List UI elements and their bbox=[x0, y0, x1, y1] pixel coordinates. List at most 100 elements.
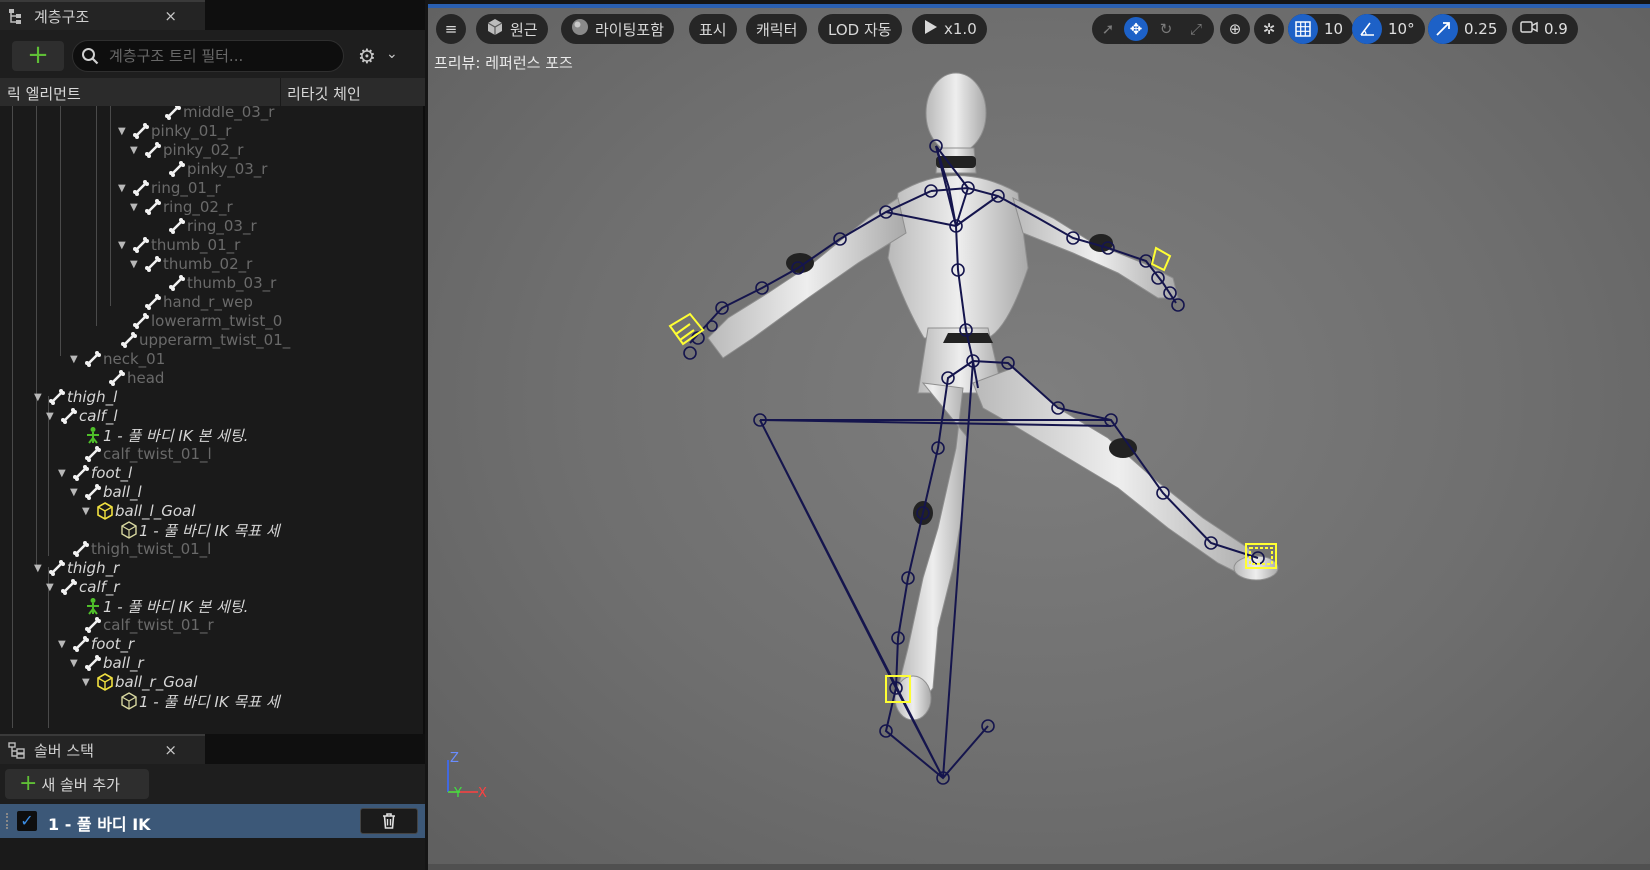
tree-item[interactable]: upperarm_twist_01_ bbox=[106, 330, 290, 350]
tree-item-label: ring_03_r bbox=[187, 217, 257, 235]
expand-caret-icon[interactable]: ▼ bbox=[46, 411, 58, 422]
tree-item-label: upperarm_twist_01_ bbox=[139, 331, 291, 349]
drag-handle-icon[interactable] bbox=[6, 813, 10, 829]
hierarchy-icon bbox=[8, 7, 26, 25]
tab-solver-stack[interactable]: 솔버 스택 × bbox=[0, 734, 205, 764]
hierarchy-tab-bar: 계층구조 × bbox=[0, 0, 425, 30]
tree-item-label: ball_r_Goal bbox=[115, 673, 198, 691]
add-element-button[interactable]: + bbox=[12, 41, 64, 71]
expand-caret-icon[interactable]: ▼ bbox=[34, 563, 46, 574]
bone-icon bbox=[48, 559, 66, 577]
mannequin-mesh bbox=[707, 72, 1279, 721]
tree-item[interactable]: ▼ neck_01 bbox=[70, 349, 165, 369]
tree-item[interactable]: calf_twist_01_l bbox=[70, 444, 212, 464]
tree-item[interactable]: ▼ pinky_02_r bbox=[130, 140, 243, 160]
tree-item-label: 1 - 풀 바디 IK 본 세팅. bbox=[103, 597, 249, 616]
expand-caret-icon[interactable]: ▼ bbox=[118, 240, 130, 251]
tree-item[interactable]: ▼ ball_r_Goal bbox=[82, 672, 197, 692]
expand-caret-icon[interactable]: ▼ bbox=[130, 202, 142, 213]
tree-item[interactable]: ▼ ring_01_r bbox=[118, 178, 221, 198]
hierarchy-search bbox=[72, 40, 344, 72]
tree-item-label: pinky_01_r bbox=[151, 122, 232, 140]
tree-item[interactable]: ring_03_r bbox=[154, 216, 257, 236]
tree-item-label: calf_twist_01_r bbox=[103, 616, 214, 634]
tree-item[interactable]: ▼ foot_l bbox=[58, 463, 132, 483]
close-icon[interactable]: × bbox=[164, 741, 177, 759]
viewport[interactable]: ≡ 원근 라이팅포함 표시 캐릭터 LOD 자동 x1.0 ➚ ✥ ↻ ⤢ ⊕ … bbox=[428, 4, 1650, 870]
tree-item-label: 1 - 풀 바디 IK 목표 세 bbox=[139, 521, 280, 540]
solver-enabled-checkbox[interactable]: ✓ bbox=[17, 811, 37, 831]
tree-item[interactable]: ▼ ring_02_r bbox=[130, 197, 233, 217]
solver-list-item[interactable]: ✓ 1 - 풀 바디 IK bbox=[0, 804, 425, 838]
tree-item[interactable]: 1 - 풀 바디 IK 목표 세 bbox=[106, 520, 280, 540]
bone-icon bbox=[144, 255, 162, 273]
tree-item[interactable]: ▼ thumb_01_r bbox=[118, 235, 240, 255]
hierarchy-tree: middle_03_r ▼ pinky_01_r ▼ pinky_02_r pinky_0… bbox=[0, 106, 405, 728]
character-preview[interactable] bbox=[428, 8, 1650, 870]
delete-solver-button[interactable] bbox=[360, 808, 418, 834]
bone-icon bbox=[84, 654, 102, 672]
expand-caret-icon[interactable]: ▼ bbox=[34, 392, 46, 403]
tree-item[interactable]: calf_twist_01_r bbox=[70, 615, 214, 635]
column-rig-element[interactable]: 릭 엘리먼트 bbox=[7, 83, 81, 104]
tree-item-label: middle_03_r bbox=[183, 106, 275, 121]
tree-item[interactable]: ▼ thigh_l bbox=[34, 387, 117, 407]
tree-item[interactable]: ▼ foot_r bbox=[58, 634, 134, 654]
tree-item[interactable]: 1 - 풀 바디 IK 본 세팅. bbox=[70, 425, 248, 445]
settings-gear-icon[interactable]: ⚙ bbox=[358, 44, 376, 68]
axis-z-label: Z bbox=[450, 751, 459, 766]
viewport-bottom-border bbox=[428, 864, 1650, 870]
tree-item[interactable]: ▼ calf_r bbox=[46, 577, 120, 597]
left-panel: 계층구조 × + ⚙ ⌄ 릭 엘리먼트 리타깃 체인 bbox=[0, 0, 425, 870]
expand-caret-icon[interactable]: ▼ bbox=[82, 677, 94, 688]
bone-icon bbox=[164, 106, 182, 121]
tree-item[interactable]: 1 - 풀 바디 IK 본 세팅. bbox=[70, 596, 248, 616]
bone-icon bbox=[144, 293, 162, 311]
tree-item[interactable]: ▼ thigh_r bbox=[34, 558, 119, 578]
tab-hierarchy[interactable]: 계층구조 × bbox=[0, 0, 205, 30]
tree-item[interactable]: thumb_03_r bbox=[154, 273, 276, 293]
tree-item[interactable]: 1 - 풀 바디 IK 목표 세 bbox=[106, 691, 280, 711]
tree-item[interactable]: ▼ calf_l bbox=[46, 406, 118, 426]
bone-icon bbox=[132, 236, 150, 254]
tree-item-label: thigh_r bbox=[67, 559, 120, 577]
expand-caret-icon[interactable]: ▼ bbox=[118, 183, 130, 194]
bone-icon bbox=[132, 179, 150, 197]
goal-icon bbox=[96, 502, 114, 520]
close-icon[interactable]: × bbox=[164, 7, 177, 25]
tree-item[interactable]: thigh_twist_01_l bbox=[58, 539, 211, 559]
tree-item[interactable]: pinky_03_r bbox=[154, 159, 267, 179]
expand-caret-icon[interactable]: ▼ bbox=[130, 145, 142, 156]
tree-item[interactable]: lowerarm_twist_0 bbox=[118, 311, 282, 331]
tree-item-label: thumb_02_r bbox=[163, 255, 253, 273]
bone-icon bbox=[168, 274, 186, 292]
chevron-down-icon[interactable]: ⌄ bbox=[386, 46, 398, 62]
bone-icon bbox=[108, 369, 126, 387]
tree-item[interactable]: middle_03_r bbox=[150, 106, 274, 122]
tree-item[interactable]: ▼ ball_l bbox=[70, 482, 142, 502]
tree-item[interactable]: hand_r_wep bbox=[130, 292, 253, 312]
plus-icon: + bbox=[19, 771, 38, 796]
axis-gizmo: Z Y X bbox=[447, 751, 487, 801]
expand-caret-icon[interactable]: ▼ bbox=[70, 354, 82, 365]
tree-item[interactable]: ▼ ball_l_Goal bbox=[82, 501, 195, 521]
expand-caret-icon[interactable]: ▼ bbox=[118, 126, 130, 137]
ik-bone-settings-icon bbox=[84, 426, 102, 444]
tree-item[interactable]: ▼ pinky_01_r bbox=[118, 121, 231, 141]
expand-caret-icon[interactable]: ▼ bbox=[46, 582, 58, 593]
expand-caret-icon[interactable]: ▼ bbox=[58, 468, 70, 479]
hierarchy-filter-input[interactable] bbox=[109, 47, 329, 65]
tree-item[interactable]: ▼ thumb_02_r bbox=[130, 254, 252, 274]
expand-caret-icon[interactable]: ▼ bbox=[130, 259, 142, 270]
add-solver-button[interactable]: + 새 솔버 추가 bbox=[5, 769, 149, 799]
bone-icon bbox=[144, 198, 162, 216]
expand-caret-icon[interactable]: ▼ bbox=[70, 658, 82, 669]
solver-toolbar: + 새 솔버 추가 bbox=[0, 764, 425, 804]
tree-item[interactable]: ▼ ball_r bbox=[70, 653, 144, 673]
column-retarget-chain[interactable]: 리타깃 체인 bbox=[280, 78, 400, 106]
expand-caret-icon[interactable]: ▼ bbox=[70, 487, 82, 498]
bone-icon bbox=[144, 141, 162, 159]
expand-caret-icon[interactable]: ▼ bbox=[82, 506, 94, 517]
tree-item[interactable]: head bbox=[94, 368, 164, 388]
expand-caret-icon[interactable]: ▼ bbox=[58, 639, 70, 650]
